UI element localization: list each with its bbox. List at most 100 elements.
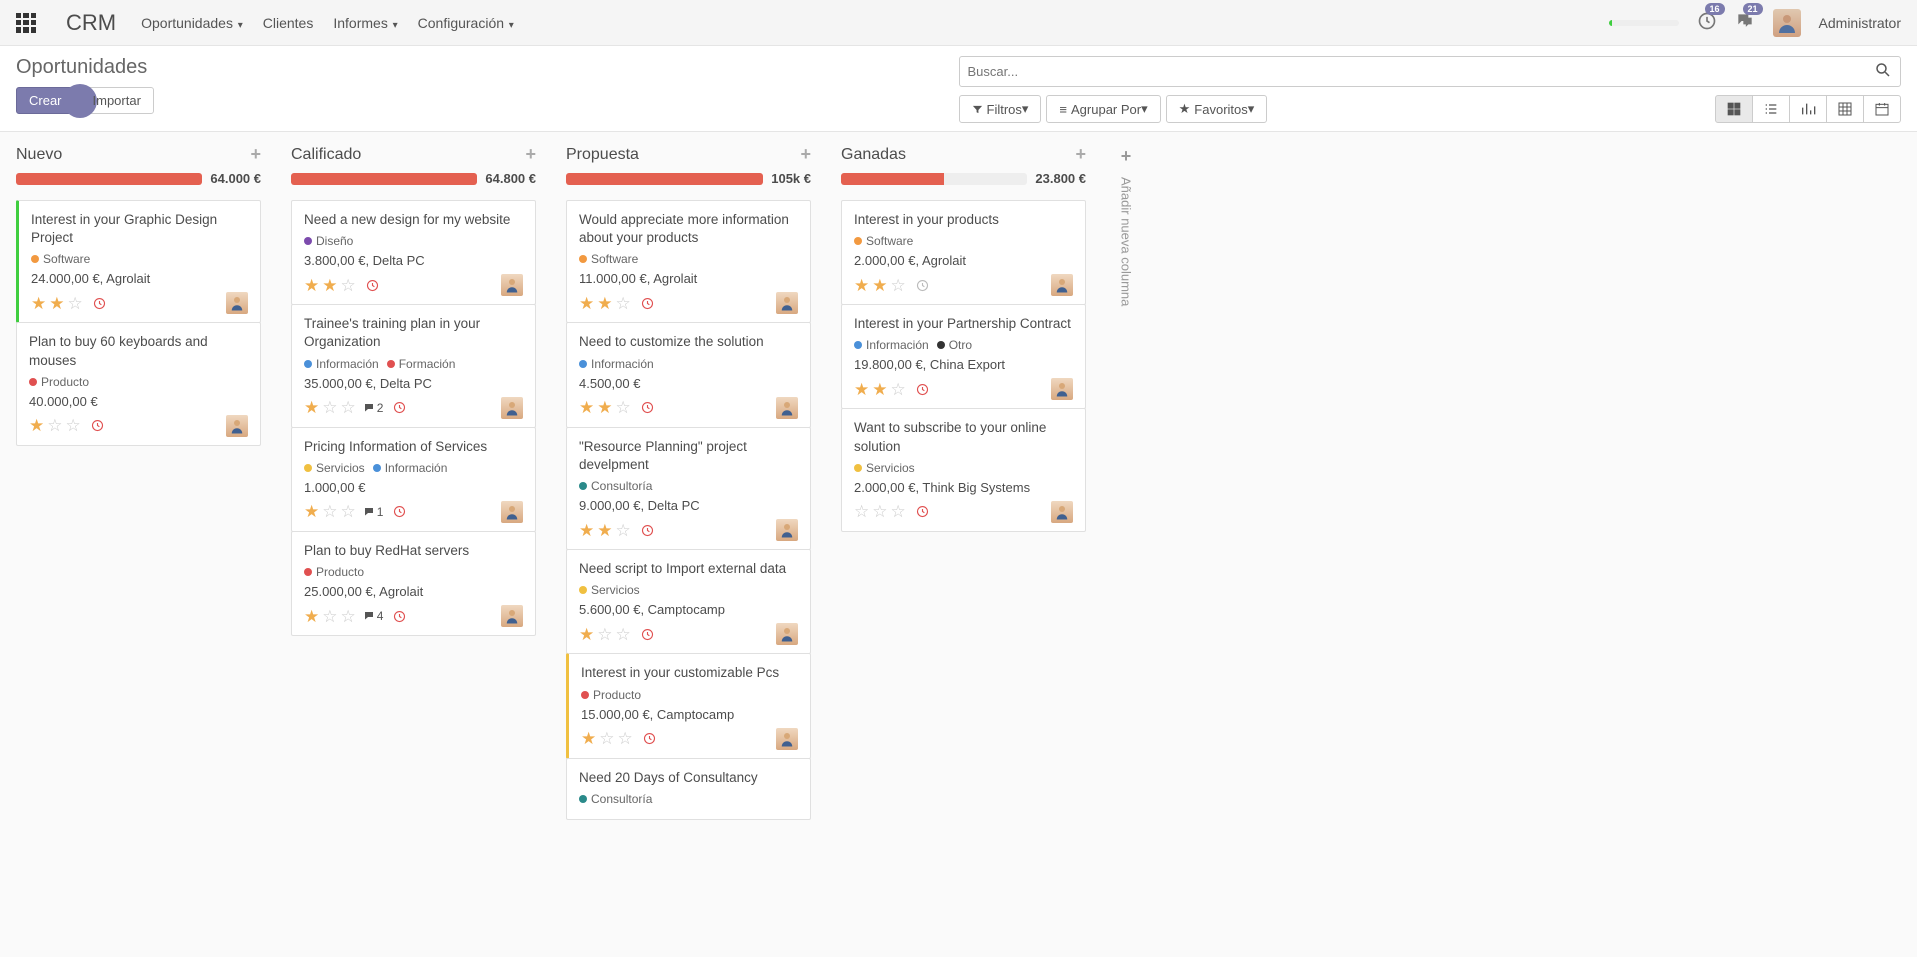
activity-clock-icon[interactable] — [915, 504, 930, 519]
star-icon[interactable]: ☆ — [47, 417, 62, 434]
view-pivot[interactable] — [1826, 95, 1864, 123]
star-icon[interactable]: ☆ — [891, 277, 906, 294]
star-icon[interactable]: ☆ — [68, 295, 83, 312]
star-icon[interactable]: ☆ — [341, 399, 356, 416]
star-icon[interactable]: ★ — [304, 503, 319, 520]
favorites-button[interactable]: ★Favoritos ▾ — [1166, 95, 1268, 123]
star-icon[interactable]: ★ — [579, 295, 594, 312]
activity-clock-icon[interactable] — [640, 627, 655, 642]
assignee-avatar[interactable] — [226, 292, 248, 314]
activity-clock-icon[interactable] — [915, 382, 930, 397]
assignee-avatar[interactable] — [501, 605, 523, 627]
star-icon[interactable]: ★ — [872, 381, 887, 398]
kanban-card[interactable]: Want to subscribe to your online solutio… — [841, 408, 1086, 531]
star-icon[interactable]: ★ — [854, 277, 869, 294]
assignee-avatar[interactable] — [1051, 501, 1073, 523]
star-icon[interactable]: ☆ — [616, 522, 631, 539]
activity-clock-icon[interactable] — [915, 278, 930, 293]
assignee-avatar[interactable] — [501, 397, 523, 419]
kanban-card[interactable]: Would appreciate more information about … — [566, 200, 811, 323]
menu-item-configuración[interactable]: Configuración ▾ — [418, 15, 514, 31]
star-icon[interactable]: ☆ — [854, 503, 869, 520]
star-icon[interactable]: ☆ — [66, 417, 81, 434]
search-icon[interactable] — [1874, 61, 1892, 82]
star-icon[interactable]: ☆ — [616, 626, 631, 643]
star-icon[interactable]: ☆ — [872, 503, 887, 520]
messaging-icon[interactable]: 21 — [1735, 11, 1755, 34]
activity-icon[interactable]: 16 — [1697, 11, 1717, 34]
kanban-card[interactable]: Pricing Information of Services Servicio… — [291, 427, 536, 532]
star-icon[interactable]: ☆ — [616, 295, 631, 312]
kanban-card[interactable]: Interest in your products Software 2.000… — [841, 200, 1086, 305]
star-icon[interactable]: ☆ — [341, 608, 356, 625]
activity-clock-icon[interactable] — [90, 418, 105, 433]
assignee-avatar[interactable] — [501, 501, 523, 523]
star-icon[interactable]: ☆ — [891, 503, 906, 520]
kanban-card[interactable]: Plan to buy 60 keyboards and mouses Prod… — [16, 322, 261, 445]
kanban-card[interactable]: Trainee's training plan in your Organiza… — [291, 304, 536, 427]
assignee-avatar[interactable] — [776, 623, 798, 645]
activity-clock-icon[interactable] — [392, 400, 407, 415]
activity-clock-icon[interactable] — [640, 296, 655, 311]
groupby-button[interactable]: ≡Agrupar Por ▾ — [1046, 95, 1160, 123]
column-add-icon[interactable]: + — [250, 144, 261, 165]
assignee-avatar[interactable] — [501, 274, 523, 296]
star-icon[interactable]: ★ — [854, 381, 869, 398]
search-box[interactable] — [959, 56, 1902, 87]
kanban-card[interactable]: Need a new design for my website Diseño … — [291, 200, 536, 305]
star-icon[interactable]: ★ — [579, 399, 594, 416]
star-icon[interactable]: ☆ — [616, 399, 631, 416]
star-icon[interactable]: ★ — [579, 522, 594, 539]
star-icon[interactable]: ☆ — [341, 277, 356, 294]
kanban-card[interactable]: Interest in your Partnership Contract In… — [841, 304, 1086, 409]
star-icon[interactable]: ☆ — [322, 399, 337, 416]
star-icon[interactable]: ★ — [31, 295, 46, 312]
column-add-icon[interactable]: + — [1075, 144, 1086, 165]
add-column-label[interactable]: Añadir nueva columna — [1119, 177, 1134, 306]
activity-clock-icon[interactable] — [640, 400, 655, 415]
column-add-icon[interactable]: + — [800, 144, 811, 165]
star-icon[interactable]: ★ — [304, 277, 319, 294]
menu-item-oportunidades[interactable]: Oportunidades ▾ — [141, 15, 243, 31]
assignee-avatar[interactable] — [776, 292, 798, 314]
star-icon[interactable]: ★ — [581, 730, 596, 747]
assignee-avatar[interactable] — [1051, 378, 1073, 400]
kanban-card[interactable]: Interest in your customizable Pcs Produc… — [566, 653, 811, 758]
kanban-card[interactable]: Need script to Import external data Serv… — [566, 549, 811, 654]
star-icon[interactable]: ☆ — [322, 608, 337, 625]
activity-clock-icon[interactable] — [365, 278, 380, 293]
kanban-card[interactable]: Need 20 Days of Consultancy Consultoría — [566, 758, 811, 820]
brand-title[interactable]: CRM — [66, 10, 116, 36]
view-calendar[interactable] — [1863, 95, 1901, 123]
star-icon[interactable]: ★ — [597, 295, 612, 312]
star-icon[interactable]: ★ — [29, 417, 44, 434]
star-icon[interactable]: ★ — [872, 277, 887, 294]
star-icon[interactable]: ★ — [597, 522, 612, 539]
view-kanban[interactable] — [1715, 95, 1753, 123]
activity-clock-icon[interactable] — [642, 731, 657, 746]
star-icon[interactable]: ☆ — [341, 503, 356, 520]
star-icon[interactable]: ☆ — [322, 503, 337, 520]
menu-item-informes[interactable]: Informes ▾ — [333, 15, 397, 31]
star-icon[interactable]: ★ — [49, 295, 64, 312]
kanban-card[interactable]: Plan to buy RedHat servers Producto 25.0… — [291, 531, 536, 636]
column-add-icon[interactable]: + — [525, 144, 536, 165]
user-name[interactable]: Administrator — [1819, 15, 1901, 31]
kanban-card[interactable]: "Resource Planning" project develpment C… — [566, 427, 811, 550]
star-icon[interactable]: ★ — [322, 277, 337, 294]
star-icon[interactable]: ★ — [597, 399, 612, 416]
kanban-card[interactable]: Need to customize the solution Informaci… — [566, 322, 811, 427]
assignee-avatar[interactable] — [776, 397, 798, 419]
assignee-avatar[interactable] — [776, 519, 798, 541]
assignee-avatar[interactable] — [776, 728, 798, 750]
menu-item-clientes[interactable]: Clientes — [263, 15, 314, 31]
star-icon[interactable]: ☆ — [599, 730, 614, 747]
view-list[interactable] — [1752, 95, 1790, 123]
assignee-avatar[interactable] — [1051, 274, 1073, 296]
star-icon[interactable]: ☆ — [891, 381, 906, 398]
star-icon[interactable]: ☆ — [618, 730, 633, 747]
assignee-avatar[interactable] — [226, 415, 248, 437]
activity-clock-icon[interactable] — [92, 296, 107, 311]
star-icon[interactable]: ☆ — [597, 626, 612, 643]
activity-clock-icon[interactable] — [392, 609, 407, 624]
